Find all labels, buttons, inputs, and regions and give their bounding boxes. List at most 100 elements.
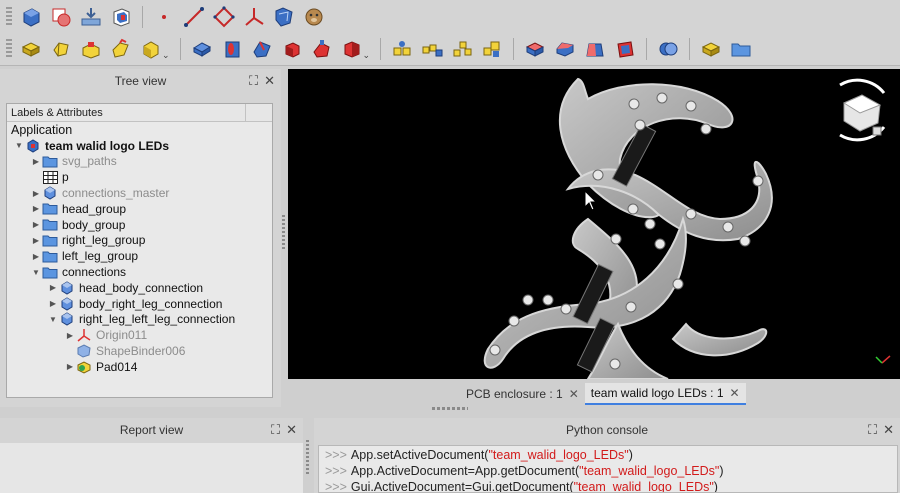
tree-item[interactable]: p [7,169,272,185]
chevron-right-icon[interactable]: ▶ [47,299,59,308]
revolution-icon[interactable] [46,35,76,63]
console-string: "team_walid_logo_LEDs" [573,480,714,493]
shape-binder-icon[interactable] [269,3,299,31]
additive-loft-icon[interactable] [76,35,106,63]
chevron-right-icon[interactable]: ▶ [64,362,76,371]
subtractive-pipe-icon[interactable] [307,35,337,63]
multitransform-icon[interactable] [477,35,507,63]
toolbar-separator [380,38,382,60]
chevron-right-icon[interactable]: ▶ [30,189,42,198]
chevron-right-icon[interactable]: ▶ [47,283,59,292]
line-icon[interactable] [179,3,209,31]
console-line: >>> App.ActiveDocument=App.getDocument("t… [325,464,891,480]
clone-icon[interactable] [299,3,329,31]
mirror-icon[interactable] [387,35,417,63]
tree-item[interactable]: ShapeBinder006 [7,343,272,359]
chevron-down-icon[interactable]: ▼ [30,268,42,277]
panel-splitter[interactable] [306,440,309,476]
chevron-down-icon[interactable]: ⌄ [363,50,371,61]
boolean-icon[interactable] [46,3,76,31]
mouse-cursor-icon [584,189,598,211]
origin-icon [76,328,92,342]
tree-item[interactable]: ▶ Origin011 [7,327,272,343]
toolbar-grip[interactable] [6,6,12,27]
tree-item-label: head_body_connection [79,280,204,295]
tree-item[interactable]: ▶ svg_paths [7,154,272,170]
float-icon[interactable]: ⛶ [271,422,280,438]
subtractive-loft-icon[interactable] [277,35,307,63]
tab-team-walid-logo-leds[interactable]: team walid logo LEDs : 1 ✕ [584,383,746,405]
tree-item[interactable]: ▶ head_group [7,201,272,217]
chevron-down-icon[interactable]: ▼ [47,315,59,324]
tab-pcb-enclosure[interactable]: PCB enclosure : 1 ✕ [460,383,585,405]
tree-item[interactable]: ▼ team walid logo LEDs [7,138,272,154]
polar-pattern-icon[interactable] [447,35,477,63]
toolbar-grip[interactable] [6,39,12,59]
part-container-icon[interactable] [16,3,46,31]
folder-icon [42,249,58,263]
3d-viewport[interactable] [288,69,900,379]
additive-pipe-icon[interactable] [106,35,136,63]
fillet-icon[interactable] [520,35,550,63]
chevron-right-icon[interactable]: ▶ [30,220,42,229]
sketch-attach-icon[interactable] [76,3,106,31]
tree-root-application[interactable]: Application [7,122,272,138]
chevron-right-icon[interactable]: ▶ [30,204,42,213]
folder-icon [42,265,58,279]
console-line: >>> Gui.ActiveDocument=Gui.getDocument("t… [325,480,891,493]
pocket-icon[interactable] [187,35,217,63]
body-icon [59,297,75,311]
boolean-op-icon[interactable] [653,35,683,63]
python-console-title-bar: Python console ⛶ ✕ [314,418,900,442]
tree-item[interactable]: ▶ left_leg_group [7,248,272,264]
tree-item[interactable]: ▶ Pad014 [7,359,272,375]
pad-icon[interactable] [16,35,46,63]
python-console-input[interactable]: >>> App.setActiveDocument("team_walid_log… [318,445,898,493]
tree-item[interactable]: ▶ head_body_connection [7,280,272,296]
chevron-down-icon[interactable]: ⌄ [162,50,170,61]
part-body-icon[interactable] [106,3,136,31]
close-icon[interactable]: ✕ [569,387,579,401]
chevron-right-icon[interactable]: ▶ [64,331,76,340]
tree-item[interactable]: ▶ body_group [7,217,272,233]
python-console-panel: Python console ⛶ ✕ >>> App.setActiveDocum… [314,418,900,493]
tree-item[interactable]: ▼ connections [7,264,272,280]
tree-view-title: Tree view [114,74,167,88]
draft-icon[interactable] [580,35,610,63]
spreadsheet-icon [42,170,58,184]
close-icon[interactable]: ✕ [286,422,297,438]
float-icon[interactable]: ⛶ [868,422,877,438]
tree-item[interactable]: ▶ body_right_leg_connection [7,296,272,312]
console-code: ) [719,464,724,478]
point-icon[interactable] [149,3,179,31]
chamfer-icon[interactable] [550,35,580,63]
close-icon[interactable]: ✕ [883,422,894,438]
sprocket-icon[interactable] [696,35,726,63]
thickness-icon[interactable] [610,35,640,63]
chevron-right-icon[interactable]: ▶ [30,252,42,261]
panel-splitter[interactable] [432,407,468,410]
close-icon[interactable]: ✕ [264,73,275,89]
chevron-down-icon[interactable]: ▼ [13,141,25,150]
close-icon[interactable]: ✕ [730,386,740,400]
plane-icon[interactable] [209,3,239,31]
groove-icon[interactable] [247,35,277,63]
tree-item-label: head_group [62,201,127,216]
tree-column-header[interactable]: Labels & Attributes [7,104,272,122]
float-icon[interactable]: ⛶ [249,73,258,89]
hole-icon[interactable] [217,35,247,63]
tree-item-label: Pad014 [96,359,138,374]
panel-splitter[interactable] [282,215,285,251]
folder-icon [42,202,58,216]
tree-item[interactable]: ▼ right_leg_left_leg_connection [7,312,272,328]
tree-item[interactable]: ▶ right_leg_group [7,233,272,249]
chevron-right-icon[interactable]: ▶ [30,236,42,245]
folder-icon[interactable] [726,35,756,63]
lcs-icon[interactable] [239,3,269,31]
tree-item[interactable]: ▶ connections_master [7,185,272,201]
linear-pattern-icon[interactable] [417,35,447,63]
chevron-right-icon[interactable]: ▶ [30,157,42,166]
console-string: "team_walid_logo_LEDs" [579,464,720,478]
toolbar-separator [142,5,143,28]
report-view-output[interactable] [0,443,303,493]
